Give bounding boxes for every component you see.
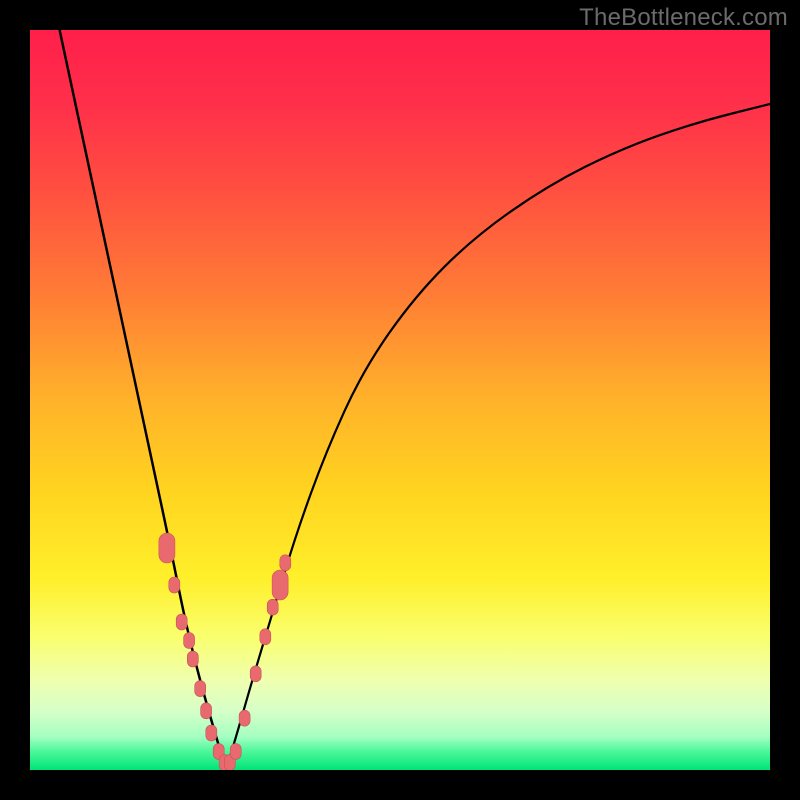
data-marker: [195, 681, 206, 697]
data-marker: [201, 703, 212, 719]
data-marker: [280, 555, 291, 571]
data-marker: [230, 744, 241, 760]
curve-layer: [30, 30, 770, 770]
chart-frame: TheBottleneck.com: [0, 0, 800, 800]
marker-group: [159, 533, 291, 770]
data-marker: [176, 614, 187, 630]
data-marker: [184, 633, 195, 649]
data-marker: [272, 570, 288, 600]
data-marker: [239, 710, 250, 726]
watermark-text: TheBottleneck.com: [579, 4, 788, 32]
data-marker: [250, 666, 261, 682]
data-marker: [267, 599, 278, 615]
data-marker: [206, 725, 217, 741]
data-marker: [187, 651, 198, 667]
curve-left-branch: [60, 30, 227, 770]
data-marker: [159, 533, 175, 563]
data-marker: [260, 629, 271, 645]
plot-area: [30, 30, 770, 770]
data-marker: [169, 577, 180, 593]
curve-right-branch: [226, 104, 770, 770]
